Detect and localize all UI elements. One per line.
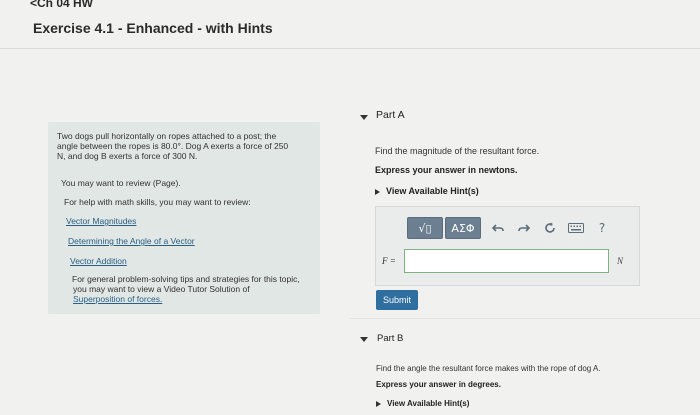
variable-label: F =: [382, 256, 396, 266]
header-divider: [0, 48, 700, 49]
part-a-question: Find the magnitude of the resultant forc…: [375, 146, 540, 156]
answer-input[interactable]: [404, 249, 609, 273]
hints-label: View Available Hint(s): [387, 399, 470, 408]
part-b-question: Find the angle the resultant force makes…: [376, 364, 601, 373]
review-text: You may want to review (Page).: [61, 178, 181, 188]
part-a-hints-toggle[interactable]: View Available Hint(s): [375, 186, 479, 196]
tips-text-line-1: For general problem-solving tips and str…: [72, 274, 300, 284]
collapse-caret-icon[interactable]: [360, 115, 368, 120]
templates-button[interactable]: √▯: [407, 217, 443, 239]
math-toolbar: √▯ ΑΣΦ ?: [407, 216, 613, 240]
problem-text-line-2: angle between the ropes is 80.0°. Dog A …: [57, 141, 289, 151]
help-icon[interactable]: ?: [591, 217, 613, 239]
vector-addition-link[interactable]: Vector Addition: [70, 256, 127, 266]
part-b-hints-toggle[interactable]: View Available Hint(s): [376, 399, 469, 408]
angle-of-vector-link[interactable]: Determining the Angle of a Vector: [68, 236, 195, 246]
top-bar: <Ch 04 HW: [0, 0, 700, 10]
submit-button[interactable]: Submit: [376, 290, 418, 310]
keyboard-icon[interactable]: [565, 217, 587, 239]
superposition-video-link[interactable]: Superposition of forces.: [73, 294, 162, 304]
part-b-instruction: Express your answer in degrees.: [376, 380, 501, 389]
undo-icon[interactable]: [487, 217, 509, 239]
expand-triangle-icon: [376, 400, 381, 407]
back-to-chapter-link[interactable]: <Ch 04 HW: [30, 0, 93, 10]
collapse-caret-icon[interactable]: [360, 337, 368, 342]
unit-label: N: [617, 256, 624, 266]
problem-text-line-3: N, and dog B exerts a force of 300 N.: [57, 151, 198, 161]
reset-icon[interactable]: [539, 217, 561, 239]
redo-icon[interactable]: [513, 217, 535, 239]
problem-text-line-1: Two dogs pull horizontally on ropes atta…: [57, 131, 277, 141]
greek-symbols-button[interactable]: ΑΣΦ: [445, 217, 481, 239]
math-help-text: For help with math skills, you may want …: [64, 197, 251, 207]
expand-triangle-icon: [375, 188, 380, 195]
part-a-header[interactable]: Part A: [376, 109, 405, 121]
tips-text-line-2: you may want to view a Video Tutor Solut…: [73, 284, 250, 294]
part-b-header[interactable]: Part B: [377, 333, 403, 344]
part-separator: [350, 318, 700, 319]
vector-magnitudes-link[interactable]: Vector Magnitudes: [66, 216, 136, 226]
hints-label: View Available Hint(s): [386, 186, 479, 196]
page-title: Exercise 4.1 - Enhanced - with Hints: [33, 20, 273, 36]
part-a-instruction: Express your answer in newtons.: [375, 165, 518, 175]
